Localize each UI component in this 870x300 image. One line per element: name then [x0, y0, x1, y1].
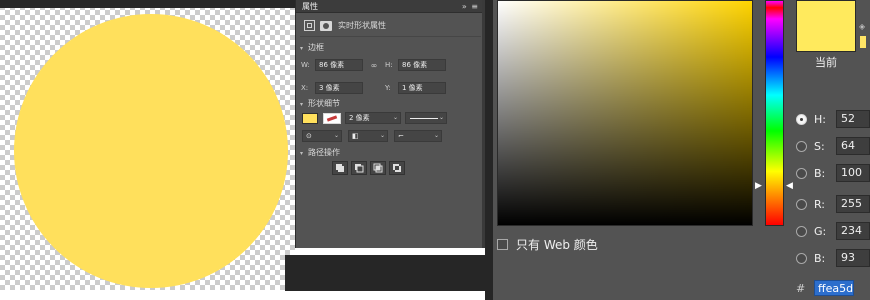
stroke-style-dropdown[interactable]: ⌄ [405, 112, 447, 124]
hue-slider[interactable] [765, 0, 784, 226]
brightness-label: B: [814, 166, 826, 180]
web-only-label: 只有 Web 颜色 [516, 238, 598, 252]
chevron-down-icon: ⌄ [379, 132, 385, 139]
blue-radio[interactable] [796, 252, 807, 264]
stroke-options-row: ⊙ ⌄ ◧ ⌄ ⌐ ⌄ [302, 130, 442, 142]
stroke-join-dropdown[interactable]: ⌐ ⌄ [394, 130, 442, 142]
transform-section-title[interactable]: ▾ 边框 [300, 42, 324, 53]
red-row: R: 255 [796, 194, 870, 214]
properties-panel-header: 属性 » ≡ [296, 0, 485, 13]
chevron-down-icon: ▾ [300, 101, 304, 108]
hue-slider-right-arrow-icon[interactable]: ◀ [786, 182, 793, 191]
stroke-cap-dropdown[interactable]: ◧ ⌄ [348, 130, 388, 142]
divider [300, 36, 481, 37]
x-field[interactable]: 3 像素 [315, 82, 363, 94]
stroke-align-icon: ⊙ [306, 132, 312, 140]
hue-slider-left-arrow-icon[interactable]: ▶ [755, 182, 762, 191]
properties-tab[interactable]: 属性 [302, 1, 318, 12]
width-label: W: [301, 61, 310, 69]
intersect-shapes-icon[interactable] [370, 161, 386, 175]
chevron-down-icon: ▾ [300, 150, 304, 157]
saturation-brightness-field[interactable] [497, 0, 753, 226]
green-label: G: [814, 224, 827, 238]
fill-color-swatch[interactable] [302, 112, 318, 124]
hex-row: # ffea5d [796, 280, 854, 296]
red-radio[interactable] [796, 198, 807, 210]
stroke-width-value: 2 像素 [349, 114, 370, 122]
hue-radio[interactable] [796, 113, 807, 125]
transform-title: 边框 [308, 43, 324, 52]
stroke-color-swatch[interactable] [323, 112, 341, 124]
hue-label: H: [814, 112, 826, 126]
saturation-input[interactable]: 64 [836, 137, 870, 155]
path-ops-section-title[interactable]: ▾ 路径操作 [300, 147, 340, 158]
stroke-line-icon [410, 118, 438, 119]
red-label: R: [814, 197, 826, 211]
chevron-down-icon: ⌄ [433, 132, 439, 139]
y-field[interactable]: 1 像素 [398, 82, 446, 94]
stroke-cap-icon: ◧ [352, 132, 359, 140]
y-label: Y: [385, 84, 391, 92]
exclude-overlap-icon[interactable] [389, 161, 405, 175]
saturation-row: S: 64 [796, 136, 870, 156]
current-color-label: 当前 [815, 56, 837, 69]
current-color-swatch [796, 0, 856, 52]
panel-menu-controls[interactable]: » ≡ [462, 2, 479, 11]
stroke-width-dropdown[interactable]: 2 像素 ⌄ [345, 112, 401, 124]
path-ops-title: 路径操作 [308, 148, 340, 157]
saturation-label: S: [814, 139, 825, 153]
web-only-colors-option[interactable]: 只有 Web 颜色 [497, 236, 598, 253]
yellow-circle-shape[interactable] [14, 14, 288, 288]
green-radio[interactable] [796, 225, 807, 237]
stroke-align-dropdown[interactable]: ⊙ ⌄ [302, 130, 342, 142]
mask-icon[interactable] [320, 20, 332, 31]
position-row: X: 3 像素 Y: 1 像素 [301, 82, 446, 94]
brightness-input[interactable]: 100 [836, 164, 870, 182]
chevron-down-icon: ⌄ [333, 132, 339, 139]
panel-gap [485, 0, 493, 300]
document-canvas[interactable] [0, 0, 295, 290]
chevron-down-icon: ▾ [300, 45, 304, 52]
fill-stroke-row: 2 像素 ⌄ ⌄ [302, 112, 447, 124]
brightness-row: B: 100 [796, 163, 870, 183]
saturation-radio[interactable] [796, 140, 807, 152]
brightness-radio[interactable] [796, 167, 807, 179]
blue-label: B: [814, 251, 826, 265]
link-icon[interactable]: ∞ [363, 61, 385, 70]
blue-input[interactable]: 93 [836, 249, 870, 267]
height-label: H: [385, 61, 393, 69]
appearance-title: 形状细节 [308, 99, 340, 108]
size-row: W: 86 像素 ∞ H: 86 像素 [301, 59, 446, 71]
x-label: X: [301, 84, 309, 92]
layer-type-label: 实时形状属性 [338, 21, 386, 30]
green-input[interactable]: 234 [836, 222, 870, 240]
hue-input[interactable]: 52 [836, 110, 870, 128]
canvas-top-bar [0, 0, 295, 8]
properties-panel: 属性 » ≡ 实时形状属性 ▾ 边框 W: 86 像素 ∞ H: 86 像素 X:… [295, 0, 485, 248]
color-picker-dialog: ▶ ◀ ◈ 当前 H: 52 S: 64 B: 100 R: 255 G: 23… [493, 0, 870, 300]
layer-type-row: 实时形状属性 [304, 20, 386, 31]
cube-icon: ◈ [859, 22, 866, 31]
combine-shapes-icon[interactable] [332, 161, 348, 175]
width-field[interactable]: 86 像素 [315, 59, 363, 71]
height-field[interactable]: 86 像素 [398, 59, 446, 71]
green-row: G: 234 [796, 221, 870, 241]
stroke-join-icon: ⌐ [398, 132, 404, 140]
hue-row: H: 52 [796, 109, 870, 129]
subtract-front-icon[interactable] [351, 161, 367, 175]
web-safe-swatch[interactable] [860, 36, 866, 48]
rectangle-shape-icon[interactable] [304, 20, 315, 31]
web-only-checkbox[interactable] [497, 239, 508, 250]
appearance-section-title[interactable]: ▾ 形状细节 [300, 98, 340, 109]
canvas-bottom-strip [285, 255, 485, 291]
chevron-down-icon: ⌄ [392, 114, 398, 121]
hex-input[interactable]: ffea5d [814, 280, 854, 296]
red-input[interactable]: 255 [836, 195, 870, 213]
path-ops-buttons [332, 161, 408, 175]
blue-row: B: 93 [796, 248, 870, 268]
chevron-down-icon: ⌄ [438, 114, 444, 121]
hex-prefix: # [796, 281, 806, 295]
